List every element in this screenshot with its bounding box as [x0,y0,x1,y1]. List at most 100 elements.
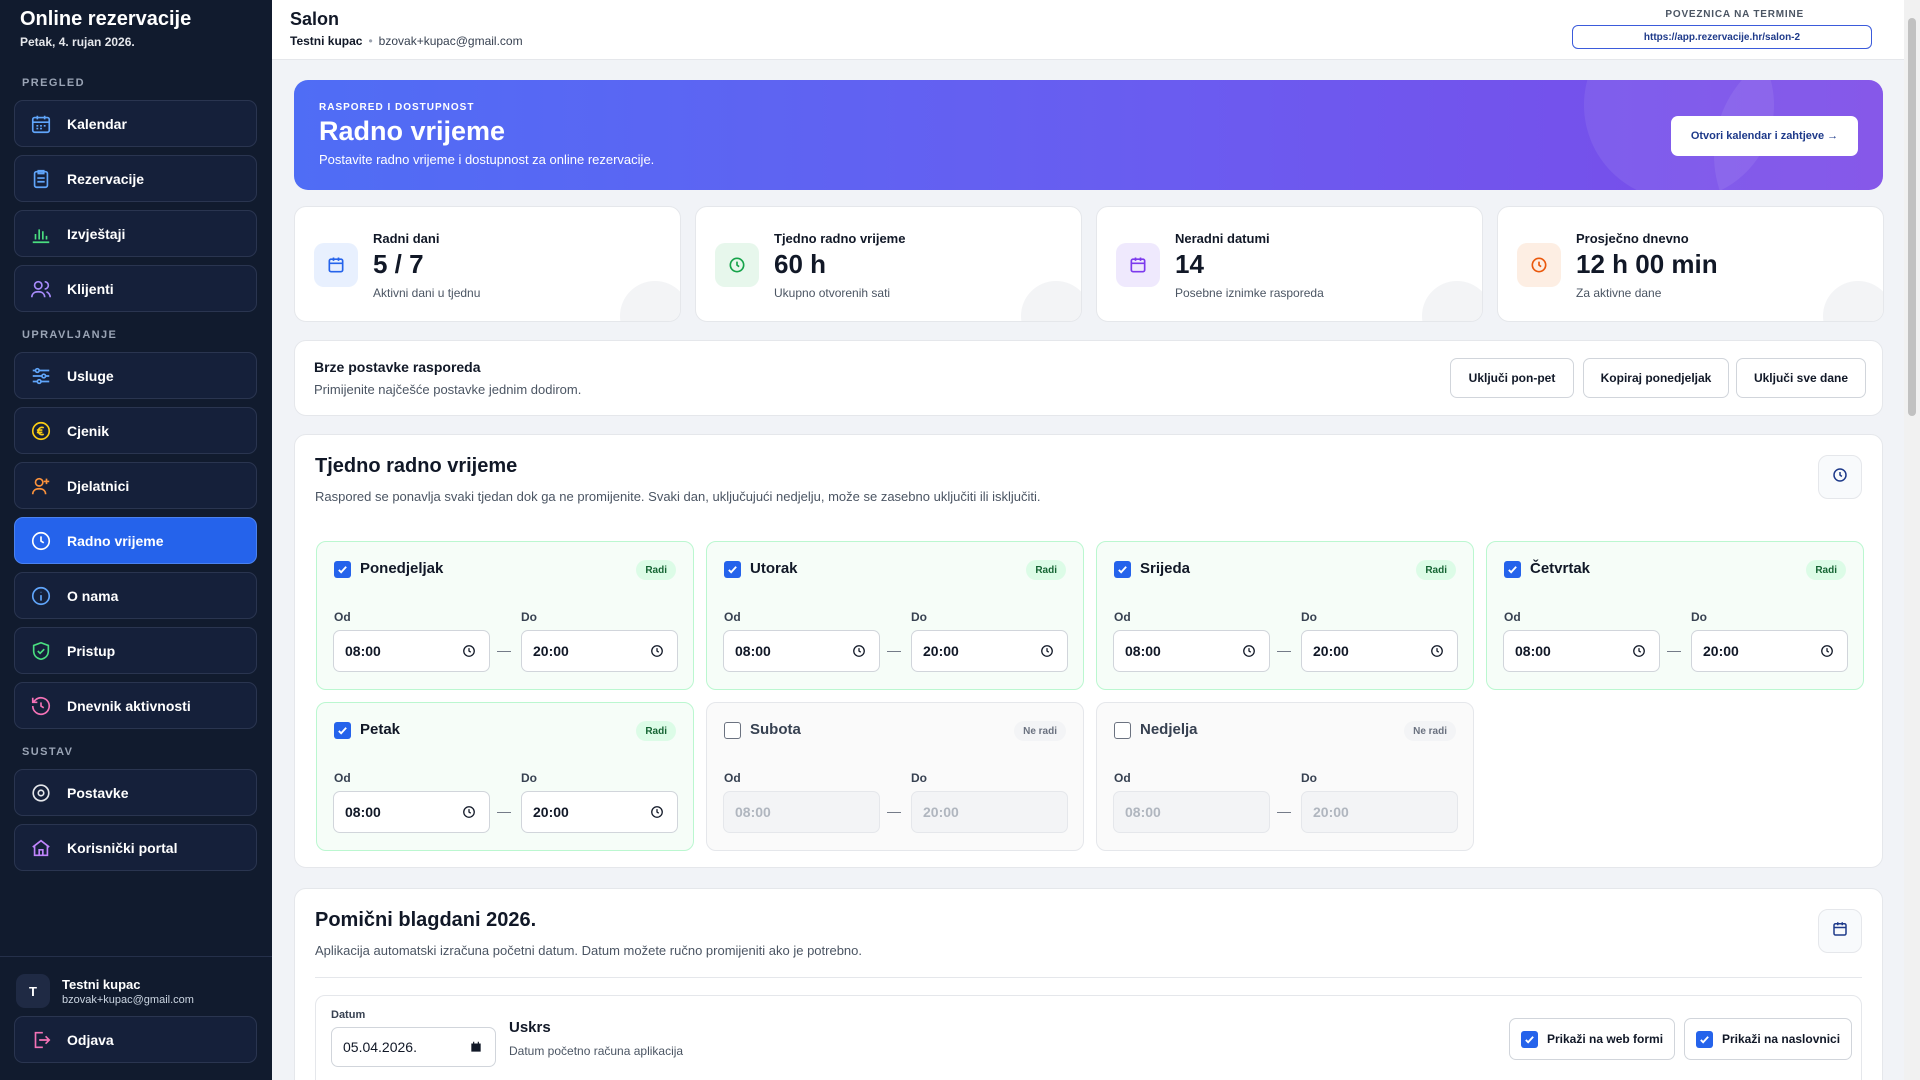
to-label: Do [521,771,537,785]
sidebar-item-klijenti[interactable]: Klijenti [14,265,257,312]
topbar-user: Testni kupac • bzovak+kupac@gmail.com [290,34,523,48]
time-value: 08:00 [1515,643,1551,659]
stat-label: Radni dani [373,231,440,246]
history-icon [29,694,53,718]
day-checkbox[interactable] [1114,561,1131,578]
logout-icon [29,1028,53,1052]
sidebar-item-usluge[interactable]: Usluge [14,352,257,399]
section-label-overview: PREGLED [22,77,85,89]
checkbox-label: Prikaži na naslovnici [1722,1032,1841,1046]
day-checkbox[interactable] [724,722,741,739]
range-dash: — [1277,803,1291,819]
from-label: Od [334,771,351,785]
booking-link-label: POVEZNICA NA TERMINE [1665,9,1804,20]
sidebar-item-label: Djelatnici [67,477,130,494]
holiday-note: Datum početno računa aplikacija [509,1044,684,1058]
stat-label: Prosječno dnevno [1576,231,1689,246]
sidebar-item-dnevnik[interactable]: Dnevnik aktivnosti [14,682,257,729]
sidebar-item-cjenik[interactable]: Cjenik [14,407,257,454]
clock-icon [1517,243,1561,287]
from-time-input[interactable]: 08:00 [1503,630,1660,672]
calendar-icon[interactable] [469,1040,483,1057]
to-time-input[interactable]: 20:00 [1691,630,1848,672]
from-time-input[interactable]: 08:00 [723,630,880,672]
user-email: bzovak+kupac@gmail.com [62,993,194,1006]
time-value: 08:00 [1125,643,1161,659]
users-icon [29,277,53,301]
sidebar-item-postavke[interactable]: Postavke [14,769,257,816]
to-time-input[interactable]: 20:00 [911,630,1068,672]
sidebar-item-label: Dnevnik aktivnosti [67,697,191,714]
calendar-icon [1116,243,1160,287]
day-checkbox[interactable] [334,561,351,578]
show-on-web-form-checkbox[interactable]: Prikaži na web formi [1509,1018,1676,1060]
from-time-input[interactable]: 08:00 [333,791,490,833]
time-value: 08:00 [345,643,381,659]
quick-settings-subtitle: Primijenite najčešće postavke jednim dod… [314,382,582,397]
enable-all-days-button[interactable]: Uključi sve dane [1736,358,1866,398]
copy-monday-button[interactable]: Kopiraj ponedjeljak [1583,358,1729,398]
day-checkbox[interactable] [334,722,351,739]
to-time-input[interactable]: 20:00 [521,791,678,833]
sidebar-item-pristup[interactable]: Pristup [14,627,257,674]
clock-icon-button[interactable] [1818,455,1862,499]
sidebar-item-radno-vrijeme[interactable]: Radno vrijeme [14,517,257,564]
to-time-input[interactable]: 20:00 [1301,630,1458,672]
to-time-input: 20:00 [911,791,1068,833]
sidebar-item-label: Postavke [67,784,129,801]
sidebar-item-label: Radno vrijeme [67,532,164,549]
section-title: Pomični blagdani 2026. [315,909,537,931]
calendar-icon-button[interactable] [1818,909,1862,953]
stat-card-daily-average: Prosječno dnevno 12 h 00 min Za aktivne … [1497,206,1884,322]
booking-link[interactable]: https://app.rezervacije.hr/salon-2 [1572,25,1872,49]
sidebar-item-o-nama[interactable]: O nama [14,572,257,619]
decor-circle [1823,281,1883,321]
decor-circle [1422,281,1482,321]
logout-label: Odjava [67,1031,114,1048]
home-icon [29,836,53,860]
day-card-subota: Subota Ne radi Od Do 08:00 — 20:00 [706,702,1084,851]
open-calendar-button[interactable]: Otvori kalendar i zahtjeve → [1671,116,1858,156]
time-value: 20:00 [533,643,569,659]
to-label: Do [911,610,927,624]
hero-banner: RASPORED I DOSTUPNOST Radno vrijeme Post… [294,80,1883,190]
sidebar-item-portal[interactable]: Korisnički portal [14,824,257,871]
stat-label: Tjedno radno vrijeme [774,231,906,246]
hero-kicker: RASPORED I DOSTUPNOST [319,102,475,113]
from-time-input[interactable]: 08:00 [333,630,490,672]
user-profile: T Testni kupac bzovak+kupac@gmail.com [16,974,256,1008]
sidebar-item-rezervacije[interactable]: Rezervacije [14,155,257,202]
clock-icon [29,529,53,553]
to-time-input[interactable]: 20:00 [521,630,678,672]
status-badge: Radi [1026,560,1066,580]
calendar-icon [1831,920,1849,943]
day-checkbox[interactable] [1504,561,1521,578]
sidebar-item-label: Rezervacije [67,170,145,187]
gear-icon [29,781,53,805]
user-name: Testni kupac [62,976,141,992]
from-time-input[interactable]: 08:00 [1113,630,1270,672]
enable-mon-fri-button[interactable]: Uključi pon-pet [1450,358,1574,398]
quick-settings-title: Brze postavke rasporeda [314,359,481,375]
day-checkbox[interactable] [1114,722,1131,739]
logout-button[interactable]: Odjava [14,1016,257,1063]
holiday-date-input[interactable]: 05.04.2026. [331,1027,496,1067]
sidebar-item-kalendar[interactable]: Kalendar [14,100,257,147]
time-value: 08:00 [1125,804,1161,820]
sidebar-item-label: Klijenti [67,280,114,297]
sidebar-item-djelatnici[interactable]: Djelatnici [14,462,257,509]
stat-subtext: Ukupno otvorenih sati [774,286,891,300]
show-on-homepage-checkbox[interactable]: Prikaži na naslovnici [1684,1018,1853,1060]
scrollbar-thumb[interactable] [1908,18,1916,416]
day-name: Srijeda [1140,560,1191,577]
topbar-user-email: bzovak+kupac@gmail.com [378,34,523,48]
day-checkbox[interactable] [724,561,741,578]
range-dash: — [497,803,511,819]
range-dash: — [1667,642,1681,658]
section-subtitle: Raspored se ponavlja svaki tjedan dok ga… [315,489,1041,504]
to-label: Do [1691,610,1707,624]
sidebar-item-izvjestaji[interactable]: Izvještaji [14,210,257,257]
calendar-icon [29,112,53,136]
time-value: 20:00 [1313,643,1349,659]
checkbox-checked [1521,1030,1538,1048]
